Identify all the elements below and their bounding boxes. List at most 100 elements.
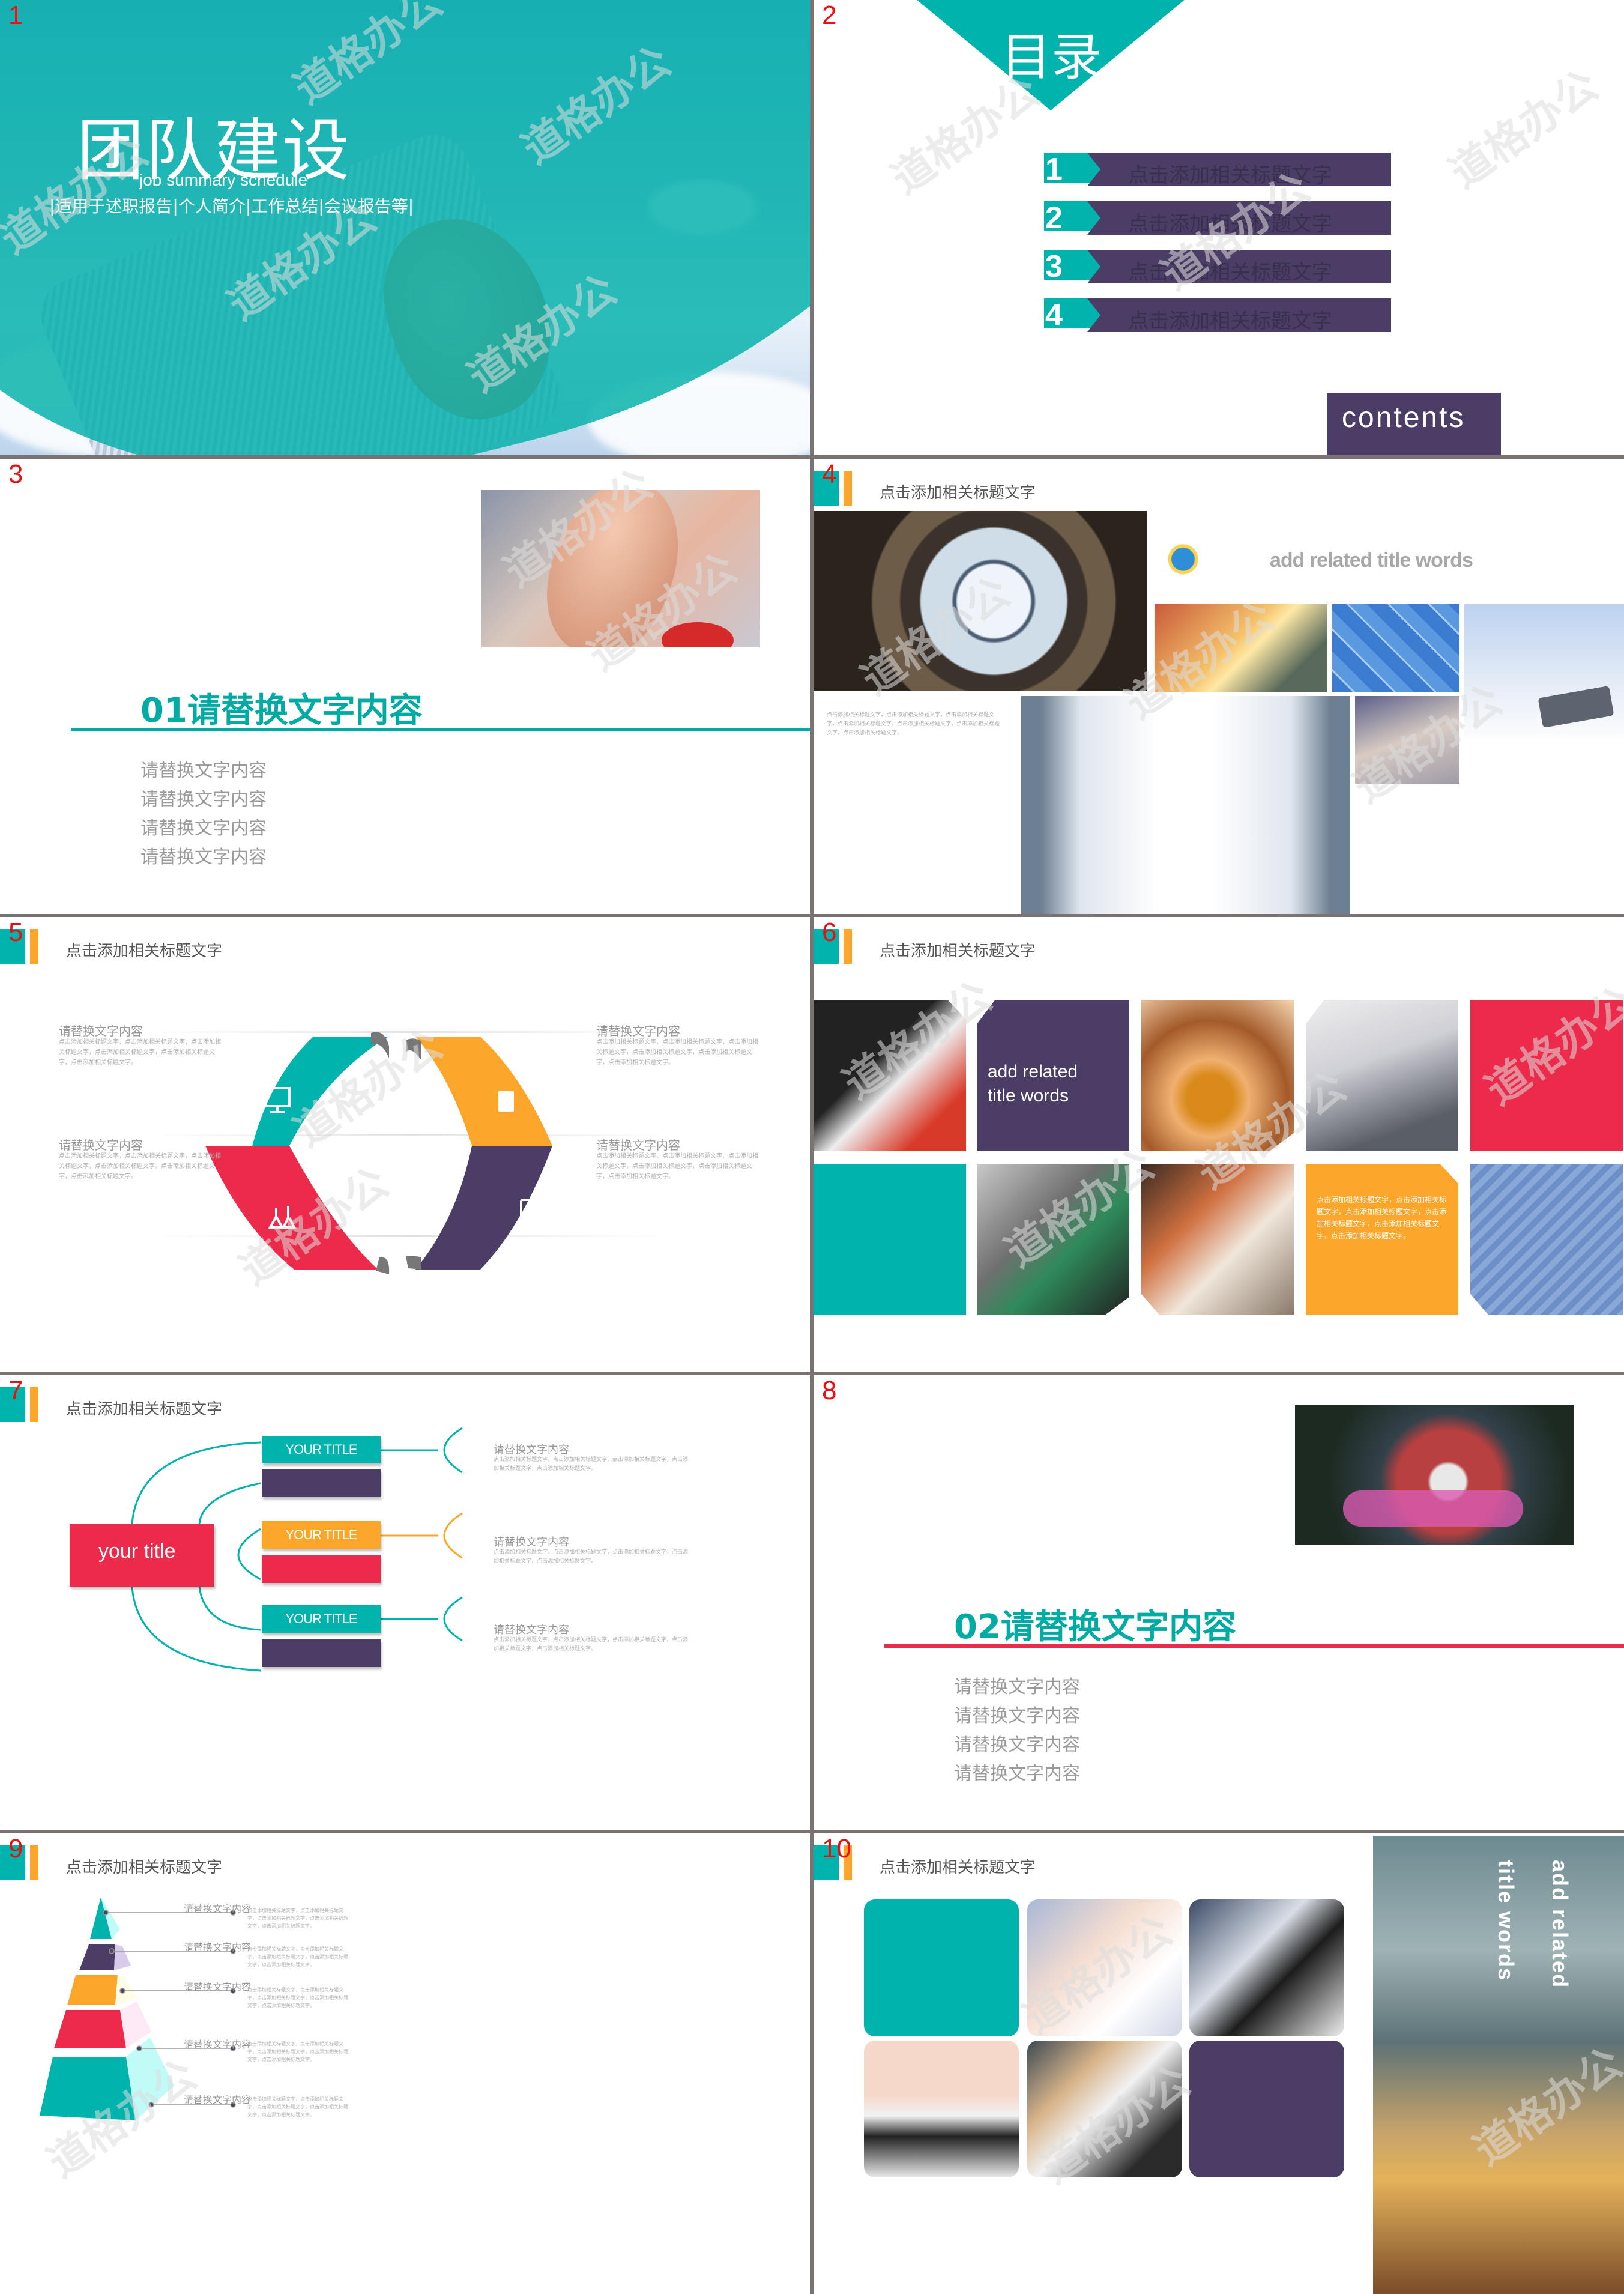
section-item: 请替换文字内容 <box>954 1705 1080 1727</box>
level-label: 请替换文字内容 <box>184 1981 252 1993</box>
center-node: your title <box>70 1524 214 1587</box>
slide-number: 2 <box>822 1 837 30</box>
item-title: 请替换文字内容 <box>59 1024 143 1038</box>
pencil-keyboard-photo <box>977 1164 1129 1315</box>
slide-number: 3 <box>8 459 23 489</box>
level-label: 请替换文字内容 <box>184 1941 252 1953</box>
spiral-notebook-photo <box>814 1000 966 1151</box>
teal-tile <box>814 1164 966 1315</box>
item-title: 请替换文字内容 <box>59 1138 143 1152</box>
slide-10[interactable]: 点击添加相关标题文字 title words add related 道格办公 … <box>814 1833 1624 2294</box>
slide-number: 4 <box>822 459 837 489</box>
glass-corridor-photo <box>1021 696 1350 914</box>
bracket <box>443 1596 463 1642</box>
item-text: 点击添加相关标题文字，点击添加相关标题文字，点击添加相关标题文字，点击添加相关标… <box>59 1153 221 1180</box>
woman-calculator-photo <box>1464 604 1624 746</box>
slide-6[interactable]: 点击添加相关标题文字 add related title words 点击添加相关… <box>814 917 1624 1372</box>
slide-number: 10 <box>822 1834 851 1863</box>
slide-8[interactable]: 02请替换文字内容 请替换文字内容 请替换文字内容 请替换文字内容 请替换文字内… <box>814 1375 1624 1830</box>
item-title: 请替换文字内容 <box>596 1138 680 1152</box>
toc-label: 点击添加相关标题文字 <box>1128 261 1332 285</box>
section-item: 请替换文字内容 <box>140 760 267 781</box>
connector-line <box>237 1528 261 1581</box>
header-accent-orange <box>844 471 852 506</box>
hexagon-ribbon-diagram <box>205 1032 552 1274</box>
ribbon-segment-orange <box>415 1037 552 1146</box>
slide-number: 6 <box>822 918 837 947</box>
toc-number: 1 <box>1045 152 1063 187</box>
purple-tile <box>1189 2041 1344 2177</box>
item-title: 请替换文字内容 <box>494 1444 569 1456</box>
toc-number: 4 <box>1045 298 1063 333</box>
rafting-team-photo <box>1295 1405 1574 1545</box>
vertical-title: add related <box>1548 1860 1572 1989</box>
tablet-typing-photo <box>1027 1899 1182 2036</box>
dome-skylight-photo <box>814 511 1147 691</box>
slide-4[interactable]: 点击添加相关标题文字 add related title words 点击添加相… <box>814 459 1624 914</box>
watermark: 道格办公 <box>1440 61 1607 198</box>
section-title: 01请替换文字内容 <box>140 691 423 730</box>
connector-line <box>131 1586 261 1672</box>
slide-number: 8 <box>822 1376 837 1405</box>
slide-3[interactable]: 01请替换文字内容 请替换文字内容 请替换文字内容 请替换文字内容 请替换文字内… <box>0 459 810 914</box>
section-item: 请替换文字内容 <box>140 818 267 839</box>
clasped-hands-photo <box>481 490 760 647</box>
slide-thumbnail-grid: 团队建设 job summary schedule |适用于述职报告|个人简介|… <box>0 0 1624 2294</box>
bracket <box>443 1427 463 1474</box>
item-text: 点击添加相关标题文字，点击添加相关标题文字，点击添加相关标题文字，点击添加相关标… <box>59 1039 221 1066</box>
text-tile: 点击添加相关标题文字，点击添加相关标题文字，点击添加相关标题文字，点击添加相关标… <box>1306 1164 1458 1315</box>
ribbon-fold <box>376 1257 390 1274</box>
slide-header-title: 点击添加相关标题文字 <box>880 484 1036 502</box>
header-accent-orange <box>30 929 38 964</box>
city-night-photo: title words add related <box>1373 1836 1624 2294</box>
title-box <box>262 1469 381 1497</box>
toc-title: 目录 <box>1001 28 1102 86</box>
sailboat-sunset-photo <box>1155 604 1327 692</box>
connector-line <box>198 1586 261 1631</box>
slide-7[interactable]: 点击添加相关标题文字 your title YOUR TITLE YOUR TI… <box>0 1375 810 1830</box>
pyramid-level-2 <box>79 1944 115 1970</box>
tile-title-line: add related title words <box>988 1062 1078 1106</box>
slide-1[interactable]: 团队建设 job summary schedule |适用于述职报告|个人简介|… <box>0 0 810 455</box>
item-text: 点击添加相关标题文字，点击添加相关标题文字，点击添加相关标题文字，点击添加相关标… <box>494 1549 689 1564</box>
section-item: 请替换文字内容 <box>954 1734 1080 1755</box>
add-related-title: add related title words <box>1270 549 1473 572</box>
bracket <box>443 1512 463 1559</box>
connector-line <box>131 1441 261 1525</box>
slide-number: 1 <box>8 1 23 30</box>
slide-5[interactable]: 点击添加相关标题文字 请替换文字内容 点击添加相关标题文字，点击添加相关标题文字… <box>0 917 810 1372</box>
pyramid-level-3-side <box>115 1975 138 2005</box>
level-text: 点击添加相关标题文字，点击添加相关标题文字，点击添加相关标题文字，点击添加相关标… <box>247 1987 348 2008</box>
contents-label: contents <box>1342 402 1466 434</box>
title-box: YOUR TITLE <box>262 1605 381 1633</box>
contents-badge: contents <box>1327 393 1501 455</box>
slide-header-title: 点击添加相关标题文字 <box>880 1859 1036 1877</box>
toc-label: 点击添加相关标题文字 <box>1128 309 1332 333</box>
connector-line <box>198 1482 261 1525</box>
toc-item[interactable]: 2 点击添加相关标题文字 <box>1044 201 1391 236</box>
toc-item[interactable]: 4 点击添加相关标题文字 <box>1044 298 1391 333</box>
pyramid-level-5 <box>40 2057 136 2120</box>
title-box <box>262 1639 381 1667</box>
item-text: 点击添加相关标题文字，点击添加相关标题文字，点击添加相关标题文字，点击添加相关标… <box>494 1457 689 1472</box>
section-title: 02请替换文字内容 <box>954 1608 1236 1647</box>
computer-desk-photo <box>1306 1000 1458 1151</box>
section-divider <box>71 728 810 731</box>
pyramid-level-3 <box>67 1975 118 2005</box>
title-box: YOUR TITLE <box>262 1436 381 1463</box>
tile-text: 点击添加相关标题文字，点击添加相关标题文字，点击添加相关标题文字，点击添加相关标… <box>1317 1196 1447 1240</box>
item-title: 请替换文字内容 <box>494 1536 569 1549</box>
level-label: 请替换文字内容 <box>184 2094 252 2105</box>
laptop-photo <box>1141 1164 1294 1315</box>
toc-item[interactable]: 3 点击添加相关标题文字 <box>1044 249 1391 285</box>
pyramid-level-2-side <box>114 1944 131 1970</box>
ribbon-segment-teal <box>205 1037 388 1146</box>
slide-paragraph: 点击添加相关标题文字，点击添加相关标题文字，点击添加相关标题文字，点击添加相关标… <box>827 712 1000 736</box>
slide-9[interactable]: 点击添加相关标题文字 请替换文字内容 点击添加相关标题文字，点击添加相关标题文字… <box>0 1833 810 2294</box>
cover-subtitle: job summary schedule <box>139 171 308 189</box>
red-tile <box>1470 1000 1623 1151</box>
toc-label: 点击添加相关标题文字 <box>1128 212 1332 236</box>
toc-number: 2 <box>1045 201 1063 235</box>
slide-2[interactable]: 目录 1 点击添加相关标题文字 2 点击添加相关标题文字 3 点击添加相关标题文… <box>814 0 1624 455</box>
toc-item[interactable]: 1 点击添加相关标题文字 <box>1044 152 1391 187</box>
